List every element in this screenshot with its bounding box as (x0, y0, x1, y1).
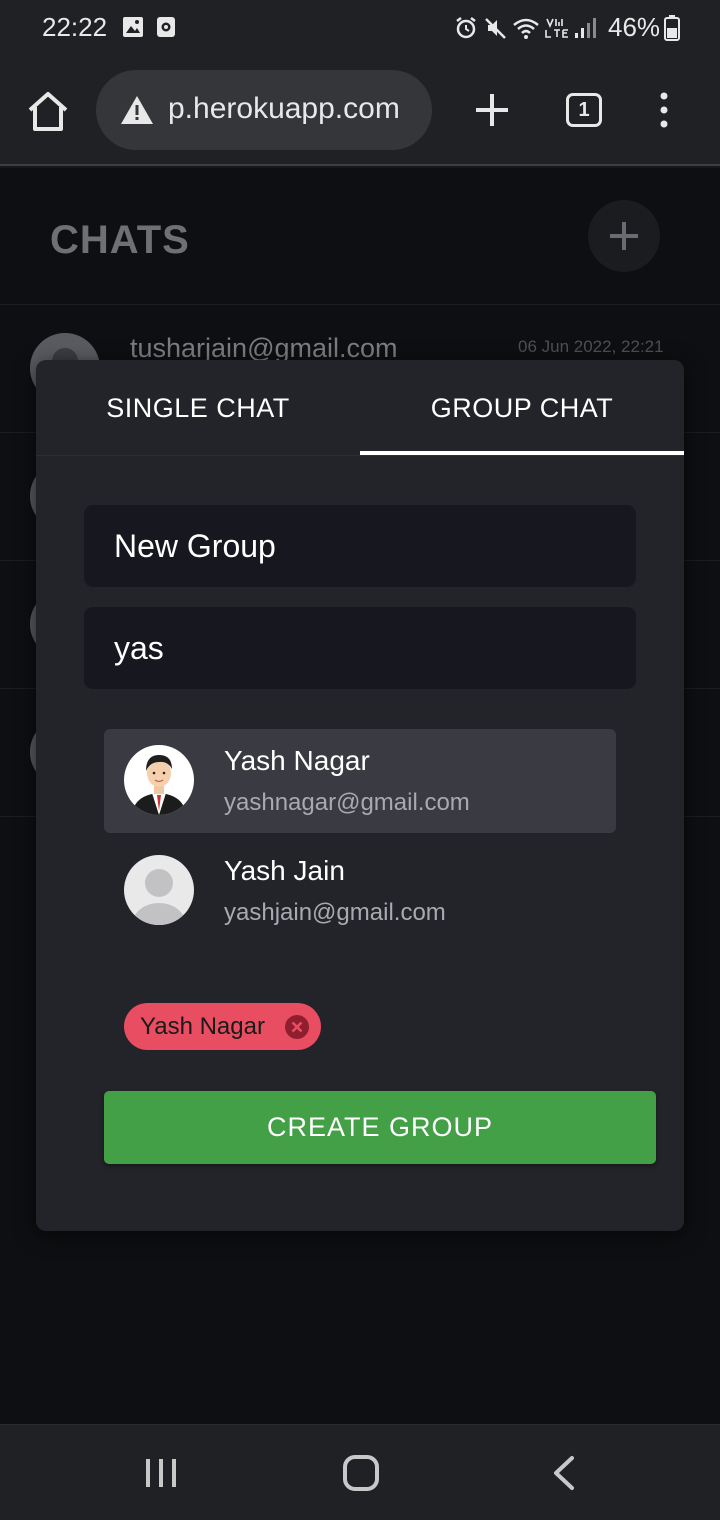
status-bar: 22:22 46% (0, 0, 720, 56)
group-name-input[interactable] (84, 505, 636, 587)
user-email: yashnagar@gmail.com (224, 789, 470, 816)
page-title: CHATS (50, 218, 190, 262)
active-tab-indicator (360, 451, 684, 455)
user-search-input[interactable] (84, 607, 636, 689)
volte-icon (545, 18, 568, 38)
new-chat-modal: SINGLE CHAT GROUP CHAT Yash Nagar yashna… (36, 360, 684, 1231)
home-icon[interactable] (26, 90, 70, 132)
user-email: yashjain@gmail.com (224, 899, 446, 926)
user-name: Yash Jain (224, 855, 345, 886)
overflow-menu-icon[interactable] (656, 92, 672, 128)
new-tab-plus-icon[interactable] (474, 92, 510, 128)
status-time: 22:22 (42, 12, 108, 42)
divider (36, 455, 684, 456)
plus-icon (610, 222, 638, 250)
chat-date: 06 Jun 2022, 22:21 (518, 337, 664, 356)
avatar (124, 855, 194, 925)
battery-icon (664, 15, 680, 41)
tab-group-chat[interactable]: GROUP CHAT (360, 360, 684, 456)
user-result-item[interactable]: Yash Jain yashjain@gmail.com (104, 839, 616, 943)
browser-toolbar: p.herokuapp.com 1 (0, 56, 720, 166)
selected-user-chip: Yash Nagar (124, 1003, 321, 1050)
url-text: p.herokuapp.com (168, 92, 400, 125)
wifi-icon (513, 18, 539, 39)
battery-percent: 46% (608, 12, 661, 42)
create-group-button[interactable]: CREATE GROUP (104, 1091, 656, 1164)
avatar (124, 745, 194, 815)
chip-label: Yash Nagar (140, 1013, 265, 1040)
screen-record-icon (157, 17, 175, 37)
alarm-icon (456, 17, 476, 39)
recents-icon[interactable] (144, 1457, 178, 1489)
mute-icon (485, 18, 506, 39)
add-chat-button[interactable] (588, 200, 660, 272)
back-icon[interactable] (550, 1455, 576, 1491)
address-bar[interactable]: p.herokuapp.com (96, 70, 432, 150)
user-name: Yash Nagar (224, 745, 370, 776)
tab-single-chat[interactable]: SINGLE CHAT (36, 360, 360, 456)
gallery-icon (123, 17, 143, 37)
home-nav-icon[interactable] (343, 1455, 379, 1491)
user-result-item[interactable]: Yash Nagar yashnagar@gmail.com (104, 729, 616, 833)
close-icon[interactable] (284, 1014, 310, 1040)
tabs-button[interactable]: 1 (566, 93, 602, 127)
system-nav-bar (0, 1424, 720, 1520)
warning-icon[interactable] (120, 94, 154, 126)
signal-icon (575, 18, 596, 38)
